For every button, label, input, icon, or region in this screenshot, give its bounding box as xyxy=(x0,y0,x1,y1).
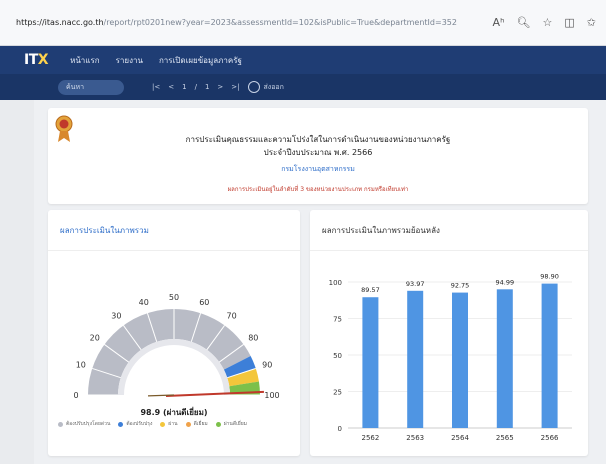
page-number[interactable]: 1 xyxy=(182,83,186,91)
history-result-title: ผลการประเมินในภาพรวมย้อนหลัง xyxy=(322,226,440,235)
overall-result-title: ผลการประเมินในภาพรวม xyxy=(60,226,149,235)
y-tick-label: 0 xyxy=(338,425,342,433)
last-page-button[interactable]: >| xyxy=(231,83,239,91)
url-field[interactable]: https://itas.nacc.go.th/report/rpt0201ne… xyxy=(16,18,485,27)
gauge-tick-label: 90 xyxy=(262,361,272,370)
reader-mode-icon[interactable]: Aʰ xyxy=(493,16,505,29)
next-page-button[interactable]: > xyxy=(217,83,223,91)
bar xyxy=(362,297,379,428)
bar xyxy=(407,290,424,428)
nav-report[interactable]: รายงาน xyxy=(116,54,143,67)
history-result-card: ผลการประเมินในภาพรวมย้อนหลัง 0 25 50 75 100 8… xyxy=(310,210,588,456)
top-nav: ITX หน้าแรก รายงาน การเปิดเผยข้อมูลภาครั… xyxy=(0,46,606,74)
browser-address-bar[interactable]: https://itas.nacc.go.th/report/rpt0201ne… xyxy=(0,0,606,46)
x-tick-label: 2566 xyxy=(541,434,559,442)
bar xyxy=(541,283,558,428)
legend-swatch xyxy=(160,421,166,427)
y-tick-label: 100 xyxy=(329,279,342,287)
gauge-legend: ต้องปรับปรุงโดยด่วน ต้องปรับปรุง ผ่าน ดี… xyxy=(58,420,247,428)
legend-swatch xyxy=(185,421,191,427)
bar-value-label: 98.90 xyxy=(540,273,559,281)
x-tick-label: 2564 xyxy=(451,434,469,442)
split-screen-icon[interactable]: ◫ xyxy=(564,16,574,29)
report-header-card: การประเมินคุณธรรมและความโปร่งใสในการดำเน… xyxy=(48,108,588,204)
department-name: กรมโรงงานอุตสาหกรรม xyxy=(281,165,355,173)
nav-home[interactable]: หน้าแรก xyxy=(70,54,100,67)
legend-label: ต้องปรับปรุงโดยด่วน xyxy=(66,421,111,427)
gauge-tick-label: 50 xyxy=(169,293,179,302)
gauge-tick-label: 10 xyxy=(76,361,86,370)
report-content: การประเมินคุณธรรมและความโปร่งใสในการดำเน… xyxy=(34,100,606,464)
gauge-tick-label: 20 xyxy=(90,333,100,342)
bar-value-label: 94.99 xyxy=(495,278,514,286)
bar-value-label: 93.97 xyxy=(406,280,425,288)
gauge-tick-label: 80 xyxy=(248,333,258,342)
report-title-line2: ประจำปีงบประมาณ พ.ศ. 2566 xyxy=(263,148,373,157)
page-total: 1 xyxy=(204,83,210,91)
legend-label: ผ่าน xyxy=(168,421,178,427)
gauge-score-label: 98.9 (ผ่านดีเยี่ยม) xyxy=(140,406,207,417)
zoom-icon[interactable]: 🔍︎ xyxy=(517,16,531,29)
export-label[interactable]: ส่งออก xyxy=(264,82,284,93)
gauge-band xyxy=(88,309,174,395)
prev-page-button[interactable]: < xyxy=(168,83,174,91)
y-tick-label: 50 xyxy=(333,352,342,360)
y-tick-label: 75 xyxy=(333,316,342,324)
favorites-icon[interactable]: ✩ xyxy=(587,16,596,29)
report-search-button[interactable]: ค้นหา xyxy=(58,79,124,95)
bar-value-label: 89.57 xyxy=(361,286,380,294)
url-path: /report/rpt0201new?year=2023&assessmentI… xyxy=(103,18,457,27)
history-bar-chart: 0 25 50 75 100 89.57 2562 93.97 2563 92.75 2564 94.… xyxy=(329,273,572,442)
first-page-button[interactable]: |< xyxy=(152,83,160,91)
legend-swatch xyxy=(215,421,221,427)
bar-value-label: 92.75 xyxy=(451,282,470,290)
bar xyxy=(452,292,468,428)
url-host: https://itas.nacc.go.th xyxy=(16,18,104,27)
report-search-label: ค้นหา xyxy=(66,82,85,91)
gauge-tick-label: 40 xyxy=(139,298,149,307)
gauge-tick-label: 70 xyxy=(227,312,237,321)
report-title-line1: การประเมินคุณธรรมและความโปร่งใสในการดำเน… xyxy=(185,135,451,144)
legend-label: ต้องปรับปรุง xyxy=(126,421,153,427)
x-tick-label: 2563 xyxy=(406,434,424,442)
legend-item: ดีเยี่ยม xyxy=(185,420,208,428)
page-separator: / xyxy=(194,83,197,91)
gauge-tick-label: 100 xyxy=(264,391,279,400)
report-toolbar: ค้นหา |< < 1 / 1 > >| ส่งออก xyxy=(0,74,606,100)
legend-item: ผ่าน xyxy=(160,420,178,428)
y-tick-label: 25 xyxy=(333,389,342,397)
x-tick-label: 2565 xyxy=(496,434,514,442)
favorite-star-icon[interactable]: ☆ xyxy=(543,16,553,29)
logo-part-a: IT xyxy=(24,52,38,68)
legend-swatch xyxy=(58,421,63,427)
x-tick-label: 2562 xyxy=(361,434,379,442)
legend-label: ดีเยี่ยม xyxy=(193,421,208,427)
itas-logo[interactable]: ITX xyxy=(24,52,49,68)
legend-label: ผ่านดีเยี่ยม xyxy=(223,421,247,427)
legend-item: ต้องปรับปรุงโดยด่วน xyxy=(58,420,110,428)
legend-item: ต้องปรับปรุง xyxy=(118,420,152,428)
export-icon[interactable] xyxy=(247,81,260,93)
overall-result-card: ผลการประเมินในภาพรวม 0 10 20 30 40 50 60 70 80 90… xyxy=(48,210,300,456)
gauge-tick-label: 30 xyxy=(111,312,121,321)
ranking-note: ผลการประเมินอยู่ในลำดับที่ 3 ของหน่วยงาน… xyxy=(227,186,409,193)
gauge-tick-label: 60 xyxy=(199,298,209,307)
bar xyxy=(496,289,513,428)
logo-part-b: X xyxy=(37,52,49,68)
legend-item: ผ่านดีเยี่ยม xyxy=(215,420,247,428)
gauge-tick-label: 0 xyxy=(73,391,78,400)
legend-swatch xyxy=(118,421,124,427)
nav-disclosure[interactable]: การเปิดเผยข้อมูลภาครัฐ xyxy=(159,54,242,67)
